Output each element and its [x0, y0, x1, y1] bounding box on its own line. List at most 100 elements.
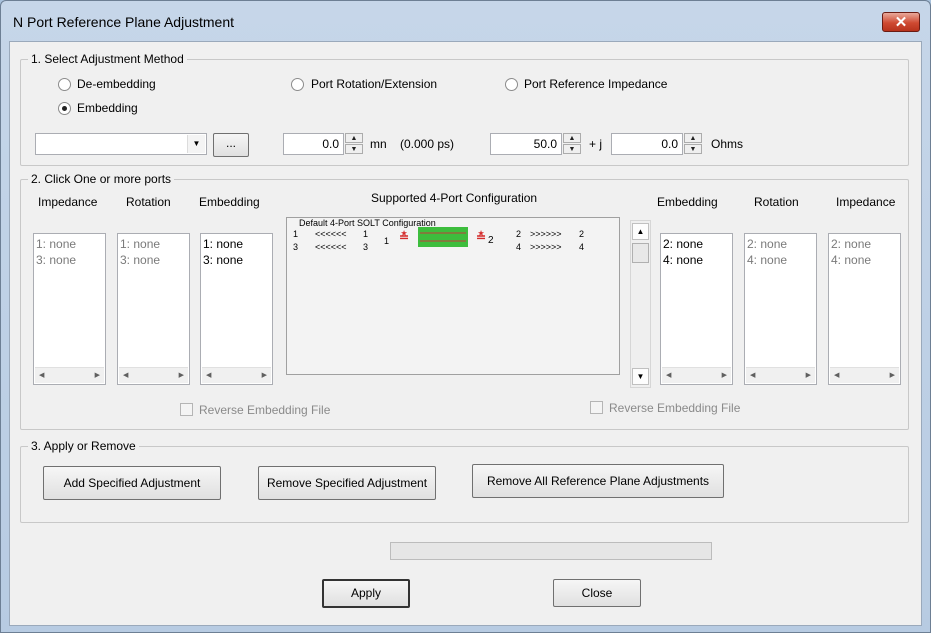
list-item[interactable]: 1: none: [120, 236, 160, 252]
scroll-down-icon[interactable]: ▼: [632, 368, 649, 385]
horizontal-scrollbar[interactable]: ◀ ▶: [202, 367, 271, 383]
window-title: N Port Reference Plane Adjustment: [13, 14, 235, 30]
list-item[interactable]: 2: none: [663, 236, 703, 252]
title-bar[interactable]: N Port Reference Plane Adjustment ✕: [1, 1, 930, 41]
de-embedding-label[interactable]: De-embedding: [77, 77, 156, 91]
spin-up-icon[interactable]: ▲: [345, 133, 363, 143]
scroll-left-icon[interactable]: ◀: [666, 371, 671, 379]
scroll-right-icon[interactable]: ▶: [806, 371, 811, 379]
window-close-button[interactable]: ✕: [882, 12, 920, 32]
impedance-imag-spinner[interactable]: ▲ ▼: [684, 133, 702, 155]
scroll-thumb[interactable]: [632, 243, 649, 263]
list-item[interactable]: 4: none: [663, 252, 703, 268]
right-impedance-list[interactable]: 2: none 4: none ◀ ▶: [828, 233, 901, 385]
list-item[interactable]: 4: none: [747, 252, 787, 268]
close-button[interactable]: Close: [553, 579, 641, 607]
embedding-label[interactable]: Embedding: [77, 101, 138, 115]
port-impedance-label[interactable]: Port Reference Impedance: [524, 77, 667, 91]
list-item[interactable]: 3: none: [203, 252, 243, 268]
scroll-right-icon[interactable]: ▶: [722, 371, 727, 379]
left-port-3: 3: [293, 242, 299, 252]
horizontal-scrollbar[interactable]: ◀ ▶: [35, 367, 104, 383]
list-item[interactable]: 2: none: [747, 236, 787, 252]
scroll-left-icon[interactable]: ◀: [834, 371, 839, 379]
browse-button[interactable]: ...: [213, 133, 249, 157]
scroll-left-icon[interactable]: ◀: [123, 371, 128, 379]
embedding-radio[interactable]: [58, 102, 71, 115]
rotation-value-input[interactable]: 0.0: [283, 133, 344, 155]
left-reverse-embedding-checkbox[interactable]: [180, 403, 193, 416]
right-embedding-list[interactable]: 2: none 4: none ◀ ▶: [660, 233, 733, 385]
left-connector-icon: ≛: [399, 230, 410, 244]
spin-up-icon[interactable]: ▲: [563, 133, 581, 143]
scroll-left-icon[interactable]: ◀: [39, 371, 44, 379]
left-impedance-header: Impedance: [38, 195, 98, 209]
impedance-real-spinner[interactable]: ▲ ▼: [563, 133, 581, 155]
rotation-spinner[interactable]: ▲ ▼: [345, 133, 363, 155]
config-title: Supported 4-Port Configuration: [371, 191, 538, 205]
left-dut-3: 3: [363, 242, 369, 252]
left-reverse-embedding-label[interactable]: Reverse Embedding File: [199, 403, 330, 417]
right-dut-2: 2: [516, 229, 522, 239]
left-rotation-header: Rotation: [126, 195, 171, 209]
spin-down-icon[interactable]: ▼: [563, 144, 581, 154]
port-config-diagram: Default 4-Port SOLT Configuration 1 <<<<…: [286, 217, 620, 375]
horizontal-scrollbar[interactable]: ◀ ▶: [830, 367, 899, 383]
spin-down-icon[interactable]: ▼: [345, 144, 363, 154]
list-item[interactable]: 1: none: [203, 236, 243, 252]
list-item[interactable]: 3: none: [120, 252, 160, 268]
scroll-left-icon[interactable]: ◀: [750, 371, 755, 379]
list-item[interactable]: 3: none: [36, 252, 76, 268]
ohms-label: Ohms: [711, 137, 744, 151]
apply-remove-legend: 3. Apply or Remove: [28, 439, 139, 453]
list-item[interactable]: 4: none: [831, 252, 871, 268]
right-reverse-embedding-checkbox[interactable]: [590, 401, 603, 414]
port-rotation-radio[interactable]: [291, 78, 304, 91]
dialog-window: N Port Reference Plane Adjustment ✕ 1. S…: [0, 0, 931, 633]
left-embedding-header: Embedding: [199, 195, 260, 209]
scroll-right-icon[interactable]: ▶: [179, 371, 184, 379]
plus-j-label: + j: [589, 137, 603, 151]
ports-legend: 2. Click One or more ports: [28, 172, 175, 186]
right-port-2: 2: [579, 229, 585, 239]
left-rotation-list[interactable]: 1: none 3: none ◀ ▶: [117, 233, 190, 385]
left-impedance-list[interactable]: 1: none 3: none ◀ ▶: [33, 233, 106, 385]
add-adjustment-button[interactable]: Add Specified Adjustment: [43, 466, 221, 500]
rotation-ps-label: (0.000 ps): [400, 137, 455, 151]
remove-adjustment-button[interactable]: Remove Specified Adjustment: [258, 466, 436, 500]
spin-up-icon[interactable]: ▲: [684, 133, 702, 143]
impedance-real-input[interactable]: 50.0: [490, 133, 562, 155]
right-dut-4: 4: [516, 242, 522, 252]
spin-down-icon[interactable]: ▼: [684, 144, 702, 154]
list-item[interactable]: 2: none: [831, 236, 871, 252]
de-embedding-radio[interactable]: [58, 78, 71, 91]
right-rotation-list[interactable]: 2: none 4: none ◀ ▶: [744, 233, 817, 385]
scroll-up-icon[interactable]: ▲: [632, 223, 649, 240]
horizontal-scrollbar[interactable]: ◀ ▶: [746, 367, 815, 383]
horizontal-scrollbar[interactable]: ◀ ▶: [662, 367, 731, 383]
remove-all-adjustments-button[interactable]: Remove All Reference Plane Adjustments: [472, 464, 724, 498]
embedding-file-combo[interactable]: ▼: [35, 133, 207, 155]
scroll-left-icon[interactable]: ◀: [206, 371, 211, 379]
embedding-network-icon: [418, 227, 468, 247]
scroll-right-icon[interactable]: ▶: [262, 371, 267, 379]
list-item[interactable]: 1: none: [36, 236, 76, 252]
left-dut-1: 1: [363, 229, 369, 239]
dialog-client-area: 1. Select Adjustment Method De-embedding…: [9, 41, 922, 626]
progress-bar: [390, 542, 712, 560]
chevron-down-icon[interactable]: ▼: [187, 135, 205, 153]
horizontal-scrollbar[interactable]: ◀ ▶: [119, 367, 188, 383]
scroll-right-icon[interactable]: ▶: [95, 371, 100, 379]
impedance-imag-input[interactable]: 0.0: [611, 133, 683, 155]
diagram-caption: Default 4-Port SOLT Configuration: [299, 218, 436, 228]
close-icon: ✕: [894, 14, 908, 31]
right-reverse-embedding-label[interactable]: Reverse Embedding File: [609, 401, 740, 415]
port-rotation-label[interactable]: Port Rotation/Extension: [311, 77, 437, 91]
right-embedding-header: Embedding: [657, 195, 718, 209]
right-arrows-4: >>>>>>: [530, 242, 562, 252]
left-embedding-list[interactable]: 1: none 3: none ◀ ▶: [200, 233, 273, 385]
apply-button[interactable]: Apply: [322, 579, 410, 608]
diagram-vertical-scrollbar[interactable]: ▲ ▼: [630, 220, 651, 388]
port-impedance-radio[interactable]: [505, 78, 518, 91]
scroll-right-icon[interactable]: ▶: [890, 371, 895, 379]
